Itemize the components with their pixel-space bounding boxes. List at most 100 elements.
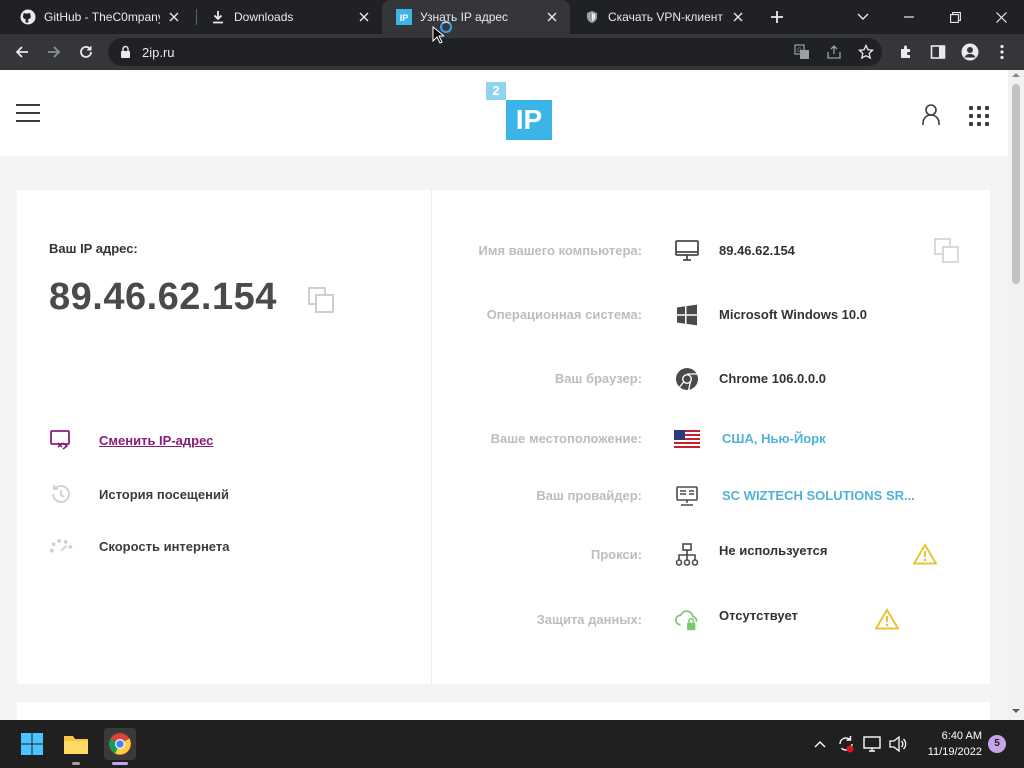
network-icon[interactable] (862, 734, 882, 754)
close-tab-icon[interactable] (730, 9, 746, 25)
svg-text:IP: IP (400, 13, 409, 23)
scroll-down-icon[interactable] (1012, 708, 1020, 714)
chrome-taskbar-icon[interactable] (104, 728, 136, 760)
user-icon[interactable] (920, 103, 942, 132)
tab-vpn[interactable]: Скачать VPN-клиент д (570, 0, 756, 34)
clock-time: 6:40 AM (941, 730, 982, 742)
logo-text: IP (506, 100, 552, 140)
tab-2ip-active[interactable]: IP Узнать IP адрес (382, 0, 570, 34)
detail-row-provider: Ваш провайдер: SC WIZTECH SOLUTIONS SR..… (432, 481, 990, 511)
url-text[interactable]: 2ip.ru (142, 45, 175, 60)
warning-icon[interactable] (912, 543, 938, 570)
file-explorer-icon[interactable] (60, 728, 92, 760)
tab-search-button[interactable] (840, 0, 886, 34)
detail-label: Ваше местоположение: (490, 431, 642, 446)
history-label: История посещений (99, 486, 229, 502)
forward-button[interactable] (40, 38, 68, 66)
sync-icon[interactable] (836, 734, 856, 754)
github-icon (20, 9, 36, 25)
detail-label: Ваш провайдер: (536, 488, 642, 503)
change-ip-icon (49, 428, 73, 452)
bookmark-star-icon[interactable] (857, 43, 875, 60)
start-button[interactable] (16, 728, 48, 760)
back-button[interactable] (8, 38, 36, 66)
browser-toolbar: 2ip.ru G (0, 34, 1024, 70)
running-indicator (72, 762, 80, 765)
taskbar-clock[interactable]: 6:40 AM 11/19/2022 (916, 728, 982, 760)
ip-address[interactable]: 89.46.62.154 (49, 276, 277, 319)
change-ip-link[interactable]: Сменить IP-адрес (49, 428, 213, 452)
new-tab-button[interactable] (765, 6, 789, 28)
provider-link[interactable]: SC WIZTECH SOLUTIONS SR... (722, 488, 915, 503)
detail-label: Прокси: (590, 547, 642, 562)
lock-icon[interactable] (120, 45, 131, 64)
translate-icon[interactable]: G (794, 44, 810, 60)
apps-grid-icon[interactable] (968, 105, 990, 127)
windows-taskbar: 6:40 AM 11/19/2022 5 (0, 720, 1024, 768)
download-icon (210, 9, 226, 25)
tab-github[interactable]: GitHub - TheC0mpany/ (6, 0, 192, 34)
minimize-button[interactable] (886, 0, 932, 34)
active-indicator (112, 762, 128, 765)
volume-icon[interactable] (888, 734, 908, 754)
reload-button[interactable] (72, 38, 100, 66)
close-tab-icon[interactable] (356, 9, 372, 25)
copy-icon[interactable] (307, 286, 335, 319)
browser-tabstrip: GitHub - TheC0mpany/ Downloads IP Узнать… (0, 0, 1024, 34)
history-link[interactable]: История посещений (49, 482, 229, 506)
close-window-button[interactable] (978, 0, 1024, 34)
tab-downloads[interactable]: Downloads (196, 0, 382, 34)
tab-title: Downloads (234, 10, 294, 24)
us-flag-icon (674, 427, 700, 451)
detail-label: Имя вашего компьютера: (478, 243, 642, 258)
warning-icon[interactable] (874, 608, 900, 635)
close-tab-icon[interactable] (544, 9, 560, 25)
chrome-menu-icon[interactable] (988, 38, 1016, 66)
tab-title: GitHub - TheC0mpany/ (44, 10, 160, 24)
detail-row-browser: Ваш браузер: Chrome 106.0.0.0 (432, 364, 990, 394)
show-hidden-icons[interactable] (810, 734, 830, 754)
detail-value: Отсутствует (719, 608, 798, 623)
close-tab-icon[interactable] (166, 9, 182, 25)
scroll-up-icon[interactable] (1012, 72, 1020, 78)
extensions-icon[interactable] (892, 38, 920, 66)
shield-favicon (584, 9, 600, 25)
proxy-icon (674, 543, 700, 567)
side-panel-icon[interactable] (924, 38, 952, 66)
detail-row-computer-name: Имя вашего компьютера: 89.46.62.154 (432, 236, 990, 266)
logo-number: 2 (486, 82, 506, 100)
mouse-cursor-icon (432, 25, 446, 49)
speed-test-link[interactable]: Скорость интернета (49, 534, 229, 558)
clock-date: 11/19/2022 (927, 746, 982, 758)
speed-label: Скорость интернета (99, 538, 230, 554)
tab-title: Узнать IP адрес (420, 10, 509, 24)
restore-button[interactable] (932, 0, 978, 34)
monitor-icon (674, 239, 700, 263)
site-logo[interactable]: 2 IP (486, 82, 552, 140)
scrollbar-thumb[interactable] (1012, 84, 1020, 284)
detail-row-location: Ваше местоположение: США, Нью-Йорк (432, 424, 990, 454)
chrome-icon (674, 367, 700, 391)
history-icon (49, 482, 73, 506)
detail-value: Chrome 106.0.0.0 (719, 371, 826, 386)
provider-icon (674, 484, 700, 508)
menu-icon[interactable] (16, 104, 40, 122)
detail-row-proxy: Прокси: Не используется (432, 540, 990, 570)
detail-value: Microsoft Windows 10.0 (719, 307, 867, 322)
detail-row-os: Операционная система: Microsoft Windows … (432, 300, 990, 330)
speed-icon (49, 534, 73, 558)
ip-label: Ваш IP адрес: (49, 241, 138, 256)
detail-label: Операционная система: (486, 307, 642, 322)
location-link[interactable]: США, Нью-Йорк (722, 431, 826, 446)
page-scrollbar[interactable] (1008, 70, 1024, 720)
ip-info-card: Ваш IP адрес: 89.46.62.154 Сменить IP-ад… (17, 190, 990, 684)
windows-icon (674, 303, 700, 327)
notification-badge[interactable]: 5 (988, 735, 1006, 753)
profile-icon[interactable] (956, 38, 984, 66)
share-icon[interactable] (826, 44, 842, 60)
copy-icon[interactable] (934, 238, 960, 269)
page-viewport: 2 IP Ваш IP адрес: 89.46.62.154 Сменить … (0, 70, 1024, 720)
change-ip-label: Сменить IP-адрес (99, 432, 214, 448)
site-header: 2 IP (0, 70, 1008, 156)
address-bar[interactable]: 2ip.ru G (108, 38, 882, 66)
